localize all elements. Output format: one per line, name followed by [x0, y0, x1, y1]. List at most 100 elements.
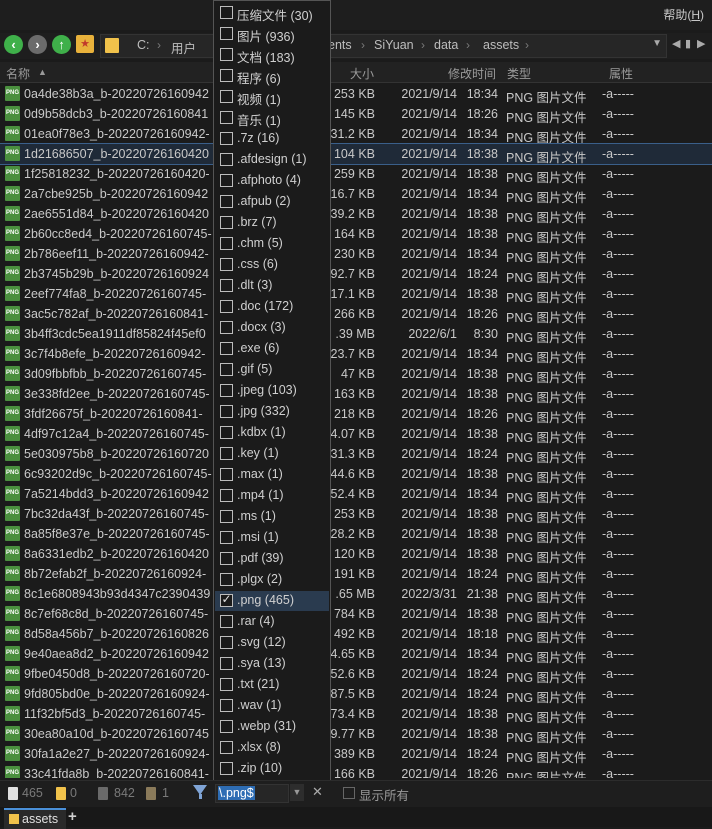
filter-menu-item[interactable]: ✓ .png (465)	[215, 591, 329, 611]
checkbox[interactable]	[220, 111, 233, 124]
checkbox[interactable]	[220, 6, 233, 19]
filter-menu-item[interactable]: .rar (4)	[215, 612, 329, 632]
filter-menu-item[interactable]: .ms (1)	[215, 507, 329, 527]
table-row[interactable]: PNG 11f32bf5d3_b-20220726160745- 73.4 KB 20…	[0, 704, 712, 725]
filter-menu-item[interactable]: .exe (6)	[215, 339, 329, 359]
checkbox[interactable]	[220, 27, 233, 40]
filter-menu-item[interactable]: .pdf (39)	[215, 549, 329, 569]
checkbox[interactable]	[220, 636, 233, 649]
table-row[interactable]: PNG 8c7ef68c8d_b-20220726160745- 784 KB 202…	[0, 604, 712, 625]
checkbox[interactable]	[220, 195, 233, 208]
back-button[interactable]: ‹	[4, 35, 23, 54]
checkbox[interactable]	[220, 678, 233, 691]
add-tab-button[interactable]: +	[68, 808, 77, 825]
filter-menu-item[interactable]: 文档 (183)	[215, 45, 329, 65]
checkbox[interactable]	[220, 174, 233, 187]
table-row[interactable]: PNG 9fd805bd0e_b-20220726160924- 87.5 KB 20…	[0, 684, 712, 705]
table-row[interactable]: PNG 0d9b58dcb3_b-20220726160841 145 KB 2021…	[0, 104, 712, 125]
table-row[interactable]: PNG 2b786eef11_b-20220726160942- 230 KB 202…	[0, 244, 712, 265]
filter-menu-item[interactable]: .afpub (2)	[215, 192, 329, 212]
checkbox[interactable]	[220, 426, 233, 439]
filter-menu-item[interactable]: .zip (10)	[215, 759, 329, 779]
filter-menu-item[interactable]: .xlsx (8)	[215, 738, 329, 758]
filter-menu-item[interactable]: 视频 (1)	[215, 87, 329, 107]
column-name[interactable]: 名称	[6, 65, 30, 82]
table-row[interactable]: PNG 3c7f4b8efe_b-20220726160942- 23.7 KB 20…	[0, 344, 712, 365]
table-row[interactable]: PNG 2ae6551d84_b-20220726160420 39.2 KB 202…	[0, 204, 712, 225]
breadcrumb-documents[interactable]: ents	[328, 38, 352, 52]
column-size[interactable]: 大小	[350, 65, 374, 82]
table-row[interactable]: PNG 8a85f8e37e_b-20220726160745- 28.2 KB 20…	[0, 524, 712, 545]
table-row[interactable]: PNG 2a7cbe925b_b-20220726160942 16.7 KB 202…	[0, 184, 712, 205]
favorites-button[interactable]: ★	[76, 35, 94, 53]
checkbox[interactable]	[220, 342, 233, 355]
table-row[interactable]: PNG 3b4ff3cdc5ea1911df85824f45ef0 .39 MB 20…	[0, 324, 712, 345]
column-type[interactable]: 类型	[507, 65, 531, 82]
filter-dropdown-button[interactable]: ▼	[290, 784, 304, 801]
filter-menu-item[interactable]: .webp (31)	[215, 717, 329, 737]
table-row[interactable]: PNG 30ea80a10d_b-20220726160745 9.77 KB 202…	[0, 724, 712, 745]
scroll-left-icon[interactable]: ◀	[672, 37, 680, 50]
checkbox[interactable]	[220, 237, 233, 250]
filter-menu-item[interactable]: 音乐 (1)	[215, 108, 329, 128]
checkbox[interactable]	[220, 762, 233, 775]
checkbox[interactable]	[220, 741, 233, 754]
checkbox[interactable]	[220, 489, 233, 502]
checkbox[interactable]	[220, 132, 233, 145]
table-row[interactable]: PNG 3e338fd2ee_b-20220726160745- 163 KB 202…	[0, 384, 712, 405]
table-row[interactable]: PNG 3fdf26675f_b-20220726160841- 218 KB 202…	[0, 404, 712, 425]
checkbox[interactable]	[220, 321, 233, 334]
table-row[interactable]: PNG 7bc32da43f_b-20220726160745- 253 KB 202…	[0, 504, 712, 525]
chevron-down-icon[interactable]: ▼	[652, 38, 662, 49]
checkbox[interactable]	[220, 615, 233, 628]
checkbox[interactable]	[220, 468, 233, 481]
filter-menu-item[interactable]: .key (1)	[215, 444, 329, 464]
scroll-right-icon[interactable]: ▶	[697, 37, 705, 50]
tab-assets[interactable]: assets	[4, 808, 66, 829]
filter-menu-item[interactable]: .brz (7)	[215, 213, 329, 233]
column-modified[interactable]: 修改时间	[448, 65, 496, 82]
checkbox[interactable]	[220, 657, 233, 670]
filter-menu-item[interactable]: .7z (16)	[215, 129, 329, 149]
filter-menu-item[interactable]: .afphoto (4)	[215, 171, 329, 191]
column-attr[interactable]: 属性	[609, 65, 633, 82]
checkbox[interactable]	[220, 573, 233, 586]
table-row[interactable]: PNG 8c1e6808943b93d4347c2390439 .65 MB 2022…	[0, 584, 712, 605]
table-row[interactable]: PNG 3ac5c782af_b-20220726160841- 266 KB 202…	[0, 304, 712, 325]
filter-menu-item[interactable]: .gif (5)	[215, 360, 329, 380]
breadcrumb-assets[interactable]: assets	[483, 38, 519, 52]
filter-menu-item[interactable]: .dlt (3)	[215, 276, 329, 296]
filter-menu-item[interactable]: .jpeg (103)	[215, 381, 329, 401]
checkbox[interactable]	[220, 552, 233, 565]
table-row[interactable]: PNG 2b60cc8ed4_b-20220726160745- 164 KB 202…	[0, 224, 712, 245]
table-row[interactable]: PNG 8b72efab2f_b-20220726160924- 191 KB 202…	[0, 564, 712, 585]
breadcrumb-siyuan[interactable]: SiYuan	[374, 38, 414, 52]
table-row[interactable]: PNG 6c93202d9c_b-20220726160745- 44.6 KB 20…	[0, 464, 712, 485]
checkbox[interactable]	[220, 48, 233, 61]
checkbox[interactable]	[220, 447, 233, 460]
filter-menu-item[interactable]: .doc (172)	[215, 297, 329, 317]
filter-menu-item[interactable]: .msi (1)	[215, 528, 329, 548]
table-row[interactable]: PNG 33c41fda8b_b-20220726160841- 166 KB 202…	[0, 764, 712, 778]
filter-menu-item[interactable]: .kdbx (1)	[215, 423, 329, 443]
filter-menu-item[interactable]: .docx (3)	[215, 318, 329, 338]
checkbox[interactable]	[220, 90, 233, 103]
filter-menu-item[interactable]: 程序 (6)	[215, 66, 329, 86]
checkbox[interactable]	[220, 510, 233, 523]
table-row[interactable]: PNG 2eef774fa8_b-20220726160745- 17.1 KB 20…	[0, 284, 712, 305]
clear-filter-icon[interactable]: ✕	[312, 784, 323, 800]
table-row[interactable]: PNG 9e40aea8d2_b-20220726160942 4.65 KB 202…	[0, 644, 712, 665]
filter-menu-item[interactable]: 图片 (936)	[215, 24, 329, 44]
show-all-checkbox[interactable]	[343, 787, 355, 799]
table-row[interactable]: PNG 1d21686507_b-20220726160420 104 KB 2021…	[0, 143, 712, 165]
table-row[interactable]: PNG 4df97c12a4_b-20220726160745- 4.07 KB 20…	[0, 424, 712, 445]
filter-menu-item[interactable]: .mp4 (1)	[215, 486, 329, 506]
checkbox[interactable]: ✓	[220, 592, 233, 607]
table-row[interactable]: PNG 2b3745b29b_b-20220726160924 92.7 KB 202…	[0, 264, 712, 285]
filter-menu-item[interactable]: .jpg (332)	[215, 402, 329, 422]
checkbox[interactable]	[220, 258, 233, 271]
filter-menu-item[interactable]: .css (6)	[215, 255, 329, 275]
table-row[interactable]: PNG 5e030975b8_b-20220726160720 31.3 KB 202…	[0, 444, 712, 465]
table-row[interactable]: PNG 0a4de38b3a_b-20220726160942 253 KB 2021…	[0, 84, 712, 105]
filter-menu-item[interactable]: .wav (1)	[215, 696, 329, 716]
